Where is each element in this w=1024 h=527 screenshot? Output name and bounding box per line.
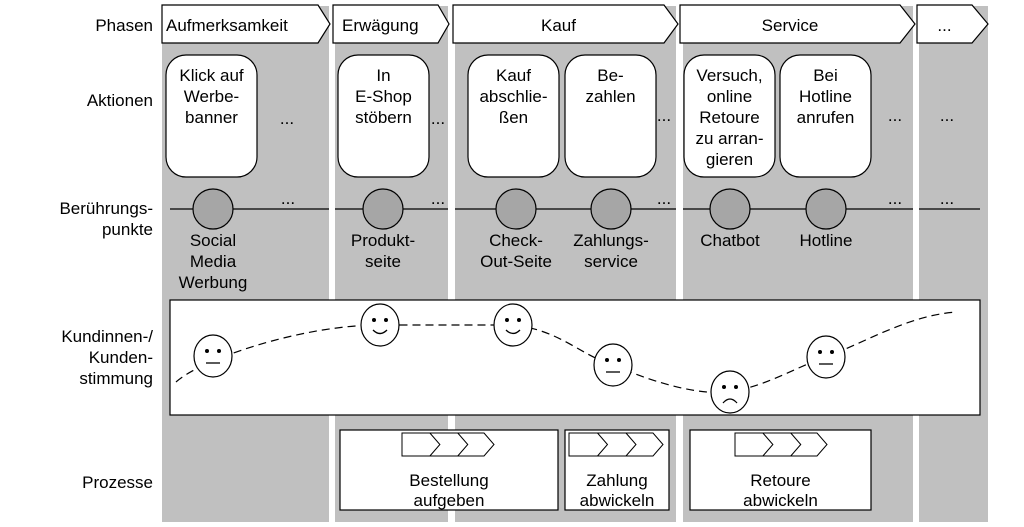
action-label: Be- (597, 66, 623, 85)
action-label: E-Shop (355, 87, 412, 106)
sad-face-icon (710, 370, 750, 414)
touchpoint-label: Media (190, 252, 237, 271)
touchpoint-label: Zahlungs- (573, 231, 649, 250)
action-label: Kauf (496, 66, 531, 85)
phase-label: Kauf (541, 16, 576, 35)
row-label-touchpoints: punkte (102, 220, 153, 239)
face-eye (722, 385, 726, 389)
process-label: Bestellung (409, 471, 488, 490)
action-label: banner (185, 108, 238, 127)
chevron-outline (401, 432, 495, 457)
face-eye (734, 385, 738, 389)
action-label: Versuch, (696, 66, 762, 85)
ellipsis: ... (657, 106, 671, 125)
ellipsis: ... (431, 109, 445, 128)
face-eye (205, 349, 209, 353)
phase-lane (919, 6, 988, 522)
touchpoint-label: Hotline (800, 231, 853, 250)
touchpoint-circle (362, 188, 404, 230)
touchpoint-label: Out-Seite (480, 252, 552, 271)
action-label: Hotline (799, 87, 852, 106)
face-outline (360, 303, 400, 347)
action-label: Werbe- (184, 87, 239, 106)
ellipsis: ... (431, 189, 445, 208)
process-label: aufgeben (414, 491, 485, 510)
ellipsis: ... (940, 106, 954, 125)
phase-label: Erwägung (342, 16, 419, 35)
ellipsis: ... (888, 189, 902, 208)
touchpoint-label: service (584, 252, 638, 271)
face-eye (372, 318, 376, 322)
ellipsis: ... (888, 106, 902, 125)
row-label-actions: Aktionen (87, 91, 153, 110)
neutral-face-icon (193, 334, 233, 378)
touchpoint-label: Check- (489, 231, 543, 250)
face-eye (830, 350, 834, 354)
customer-journey-map: Phasen Aktionen Berührungs-punkte Kundinnen… (59, 4, 989, 522)
row-label-mood: Kunden- (89, 348, 153, 367)
touchpoint-circle (495, 188, 537, 230)
face-eye (384, 318, 388, 322)
action-label: zahlen (585, 87, 635, 106)
neutral-face-icon (593, 343, 633, 387)
action-label: gieren (706, 150, 753, 169)
face-eye (217, 349, 221, 353)
face-eye (617, 358, 621, 362)
ellipsis: ... (280, 109, 294, 128)
face-eye (605, 358, 609, 362)
action-label: anrufen (797, 108, 855, 127)
process-chevrons-icon (734, 432, 828, 457)
happy-face-icon (493, 303, 533, 347)
action-label: ßen (499, 108, 528, 127)
row-label-mood: Kundinnen-/ (61, 327, 153, 346)
action-label: abschlie- (479, 87, 547, 106)
face-outline (493, 303, 533, 347)
touchpoint-circle (192, 188, 234, 230)
face-outline (710, 370, 750, 414)
face-eye (505, 318, 509, 322)
face-eye (818, 350, 822, 354)
touchpoint-label: seite (365, 252, 401, 271)
action-label: Bei (813, 66, 838, 85)
face-outline (593, 343, 633, 387)
phase-arrow (916, 4, 989, 44)
process-label: abwickeln (580, 491, 655, 510)
row-label-mood: stimmung (79, 369, 153, 388)
chevron-outline (734, 432, 828, 457)
touchpoint-label: Social (190, 231, 236, 250)
action-label: Klick auf (179, 66, 244, 85)
process-label: Retoure (750, 471, 810, 490)
row-label-touchpoints: Berührungs- (59, 199, 153, 218)
neutral-face-icon (806, 335, 846, 379)
action-label: zu arran- (695, 129, 763, 148)
process-label: Zahlung (586, 471, 647, 490)
touchpoint-circle (709, 188, 751, 230)
ellipsis: ... (281, 189, 295, 208)
face-outline (193, 334, 233, 378)
action-label: stöbern (355, 108, 412, 127)
action-label: Retoure (699, 108, 759, 127)
action-label: online (707, 87, 752, 106)
chevron-outline (568, 432, 664, 457)
process-label: abwickeln (743, 491, 818, 510)
touchpoint-label: Chatbot (700, 231, 760, 250)
touchpoint-circle (805, 188, 847, 230)
action-label: In (376, 66, 390, 85)
face-eye (517, 318, 521, 322)
ellipsis: ... (940, 189, 954, 208)
process-chevrons-icon (401, 432, 495, 457)
ellipsis: ... (657, 189, 671, 208)
touchpoint-label: Produkt- (351, 231, 415, 250)
touchpoint-circle (590, 188, 632, 230)
process-chevrons-icon (568, 432, 664, 457)
face-outline (806, 335, 846, 379)
row-label-processes: Prozesse (82, 473, 153, 492)
mood-panel (169, 299, 981, 416)
happy-face-icon (360, 303, 400, 347)
phase-label: Aufmerksamkeit (166, 16, 288, 35)
phase-label: Service (762, 16, 819, 35)
phase-label: ... (937, 16, 951, 35)
row-label-phases: Phasen (95, 16, 153, 35)
touchpoint-label: Werbung (179, 273, 248, 292)
